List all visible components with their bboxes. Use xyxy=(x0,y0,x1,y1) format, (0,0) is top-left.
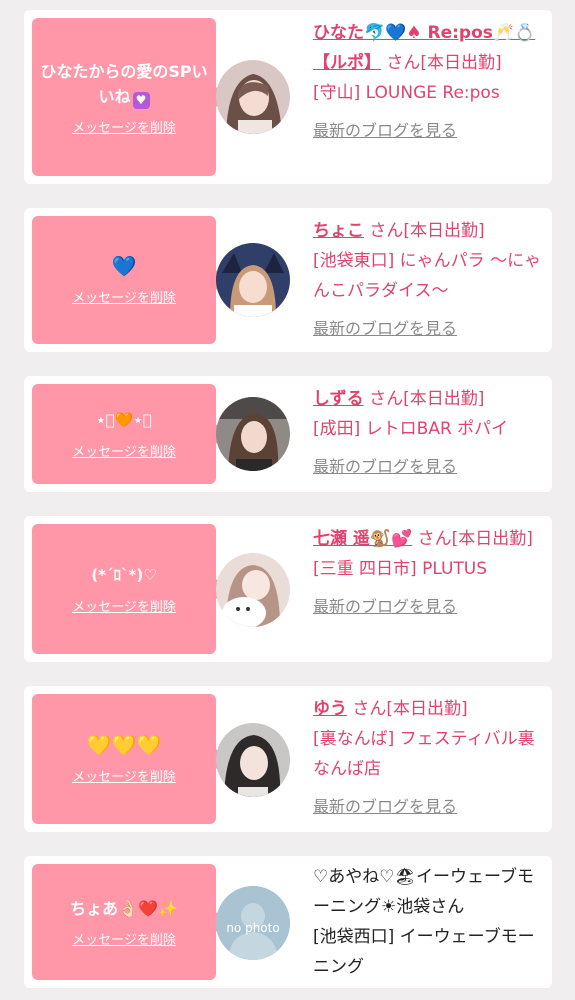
latest-blog-link[interactable]: 最新のブログを見る xyxy=(313,452,548,482)
avatar[interactable]: no photo xyxy=(216,886,290,960)
delete-message-link[interactable]: メッセージを削除 xyxy=(72,117,176,136)
message-text: ひなたからの愛のSPいいね ♥ xyxy=(32,59,216,109)
list-item: ⋆͛🧡⋆͛ メッセージを削除 しずる さん[本日出勤] [成田] レトロBAR … xyxy=(24,376,552,492)
avatar[interactable] xyxy=(216,553,290,627)
message-text: 💛💛💛 xyxy=(86,733,162,757)
name-suffix: さん xyxy=(417,529,452,549)
list-item: ちょあ👌🏻❤️✨ メッセージを削除 no photo ♡あやね♡🏖イーウェーブモ… xyxy=(24,856,552,988)
cast-name-link[interactable]: 七瀬 遥🐒💕 xyxy=(313,529,412,549)
entry-info: 七瀬 遥🐒💕 さん[本日出勤] [三重 四日市] PLUTUS 最新のブログを見… xyxy=(313,524,548,622)
delete-message-link[interactable]: メッセージを削除 xyxy=(72,766,176,785)
delete-message-link[interactable]: メッセージを削除 xyxy=(72,596,176,615)
message-bubble: (*´ﾛ`*)♡ メッセージを削除 xyxy=(32,524,226,654)
avatar[interactable] xyxy=(216,397,290,471)
message-bubble: 💛💛💛 メッセージを削除 xyxy=(32,694,226,824)
list-item: 💙 メッセージを削除 ちょこ さん[本日出勤] [池袋東口] にゃんパラ 〜にゃ… xyxy=(24,208,552,352)
message-list: ひなたからの愛のSPいいね ♥ メッセージを削除 ひなた🐬💙♠ Re:pos🥂💍【… xyxy=(0,0,575,1000)
heart-icon: ♥ xyxy=(132,91,150,109)
list-item: ひなたからの愛のSPいいね ♥ メッセージを削除 ひなた🐬💙♠ Re:pos🥂💍【… xyxy=(24,10,552,184)
entry-info: ゆう さん[本日出勤] [裏なんば] フェスティバル裏なんば店 最新のブログを見… xyxy=(313,694,548,822)
message-body: ひなたからの愛のSPいいね xyxy=(40,61,208,106)
shop-name: [池袋西口] イーウェーブモーニング xyxy=(313,927,535,977)
name-suffix: さん xyxy=(386,53,421,73)
name-suffix: さん xyxy=(369,221,404,241)
shop-name: [池袋東口] にゃんパラ 〜にゃんこパラダイス〜 xyxy=(313,251,542,301)
entry-info: ♡あやね♡🏖イーウェーブモーニング☀池袋さん [池袋西口] イーウェーブモーニン… xyxy=(313,862,548,982)
message-text: ちょあ👌🏻❤️✨ xyxy=(70,899,178,918)
list-item: 💛💛💛 メッセージを削除 ゆう さん[本日出勤] [裏なんば] フェスティバル裏… xyxy=(24,686,552,832)
name-suffix: さん xyxy=(369,389,404,409)
entry-info: ひなた🐬💙♠ Re:pos🥂💍【ルポ】 さん[本日出勤] [守山] LOUNGE… xyxy=(313,18,548,146)
list-item: (*´ﾛ`*)♡ メッセージを削除 七瀬 遥🐒💕 さん[本日出勤] [三重 四日… xyxy=(24,516,552,662)
shop-name: [成田] レトロBAR ポパイ xyxy=(313,419,509,439)
no-photo-label: no photo xyxy=(226,921,279,935)
delete-message-link[interactable]: メッセージを削除 xyxy=(72,287,176,306)
cast-name-link[interactable]: ちょこ xyxy=(313,221,364,241)
name-suffix: さん xyxy=(352,699,387,719)
cast-name-link[interactable]: ゆう xyxy=(313,699,347,719)
delete-message-link[interactable]: メッセージを削除 xyxy=(72,929,176,948)
message-text: (*´ﾛ`*)♡ xyxy=(91,566,157,584)
avatar[interactable] xyxy=(216,243,290,317)
status-text: [本日出勤] xyxy=(451,529,533,549)
cast-name: ♡あやね♡🏖イーウェーブモーニング☀池袋さん xyxy=(313,867,535,917)
message-bubble: ひなたからの愛のSPいいね ♥ メッセージを削除 xyxy=(32,18,226,176)
latest-blog-link[interactable]: 最新のブログを見る xyxy=(313,792,548,822)
shop-name: [三重 四日市] PLUTUS xyxy=(313,559,488,579)
latest-blog-link[interactable]: 最新のブログを見る xyxy=(313,314,548,344)
cast-name-link[interactable]: しずる xyxy=(313,389,364,409)
shop-name: [守山] LOUNGE Re:pos xyxy=(313,83,500,103)
message-bubble: ちょあ👌🏻❤️✨ メッセージを削除 xyxy=(32,864,226,980)
shop-name: [裏なんば] フェスティバル裏なんば店 xyxy=(313,729,535,779)
status-text: [本日出勤] xyxy=(386,699,468,719)
message-text: ⋆͛🧡⋆͛ xyxy=(96,411,152,429)
latest-blog-link[interactable]: 最新のブログを見る xyxy=(313,116,548,146)
entry-info: しずる さん[本日出勤] [成田] レトロBAR ポパイ 最新のブログを見る xyxy=(313,384,548,482)
status-text: [本日出勤] xyxy=(420,53,502,73)
status-text: [本日出勤] xyxy=(403,221,485,241)
avatar[interactable] xyxy=(216,60,290,134)
message-bubble: ⋆͛🧡⋆͛ メッセージを削除 xyxy=(32,384,226,484)
entry-info: ちょこ さん[本日出勤] [池袋東口] にゃんパラ 〜にゃんこパラダイス〜 最新… xyxy=(313,216,548,344)
delete-message-link[interactable]: メッセージを削除 xyxy=(72,441,176,460)
message-text: 💙 xyxy=(111,254,137,278)
avatar[interactable] xyxy=(216,723,290,797)
message-bubble: 💙 メッセージを削除 xyxy=(32,216,226,344)
status-text: [本日出勤] xyxy=(403,389,485,409)
latest-blog-link[interactable]: 最新のブログを見る xyxy=(313,592,548,622)
